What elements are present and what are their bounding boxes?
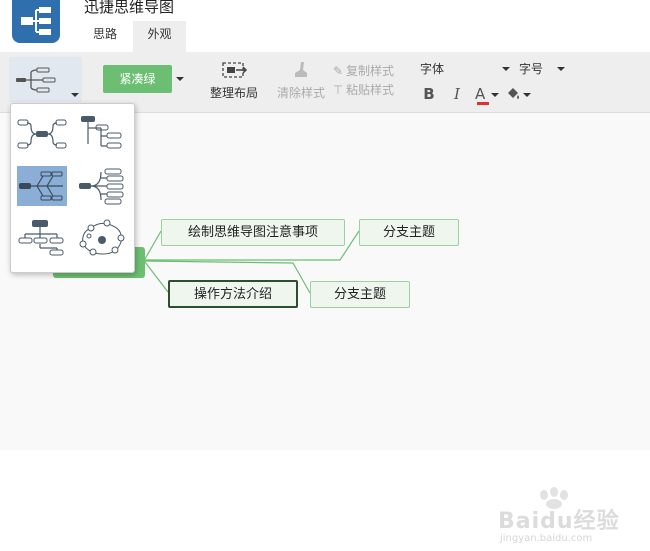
chevron-down-icon — [71, 93, 79, 97]
paint-bucket-icon — [508, 88, 519, 99]
font-color-swatch — [477, 102, 489, 105]
layout-structure-icon — [16, 67, 56, 93]
layout-option-tree[interactable] — [77, 114, 127, 154]
italic-button[interactable]: I — [449, 84, 465, 104]
layout-option-bubble[interactable] — [77, 218, 127, 258]
fishbone-layout-icon — [19, 171, 63, 201]
clear-style-button[interactable]: 清除样式 — [272, 58, 330, 104]
branch-topic-selected[interactable]: 操作方法介绍 — [168, 280, 298, 308]
font-size-label: 字号 — [519, 62, 544, 76]
clear-style-label: 清除样式 — [276, 86, 325, 100]
layout-option-mindmap[interactable] — [17, 114, 67, 154]
theme-button[interactable]: 紧凑绿 — [103, 65, 172, 93]
theme-dropdown-icon[interactable] — [176, 77, 184, 81]
layout-option-fishbone[interactable] — [17, 166, 67, 206]
eraser-icon — [295, 62, 307, 77]
chevron-down-icon — [502, 67, 510, 71]
paste-style-label: 粘贴样式 — [346, 83, 395, 97]
arrange-layout-icon — [222, 62, 248, 78]
watermark: Baidu经验 jingyan.baidu.com — [498, 487, 638, 551]
font-family-label: 字体 — [420, 62, 445, 76]
chevron-down-icon — [557, 67, 565, 71]
bubble-layout-icon — [79, 219, 125, 256]
layout-dropdown-panel — [10, 103, 135, 273]
arrange-layout-label: 整理布局 — [209, 86, 258, 100]
app-logo — [12, 0, 60, 43]
copy-style-label: 复制样式 — [346, 64, 395, 78]
layout-button[interactable] — [9, 57, 82, 102]
watermark-url: jingyan.baidu.com — [500, 533, 593, 544]
layout-option-logic-right[interactable] — [77, 166, 127, 206]
paint-roller-icon: ⊤ — [332, 83, 344, 97]
tab-silu[interactable]: 思路 — [82, 21, 128, 52]
fill-color-button[interactable] — [505, 84, 533, 104]
font-size-select[interactable]: 字号 — [519, 60, 565, 78]
mindmap-layout-icon — [17, 119, 67, 149]
right-logic-layout-icon — [79, 168, 124, 205]
branch-topic[interactable]: 分支主题 — [359, 219, 459, 246]
chevron-down-icon — [491, 93, 499, 97]
paste-style-button[interactable]: ⊤ 粘贴样式 — [330, 81, 394, 97]
font-color-label: A — [475, 85, 486, 103]
bold-button[interactable]: B — [421, 84, 437, 104]
chevron-down-icon — [523, 93, 531, 97]
org-tree-layout-icon — [81, 116, 122, 149]
format-brush-icon: ✎ — [332, 64, 344, 78]
layout-option-org-chart[interactable] — [17, 218, 67, 258]
branch-topic[interactable]: 分支主题 — [310, 281, 410, 308]
app-title: 迅捷思维导图 — [84, 0, 175, 16]
font-family-select[interactable]: 字体 — [420, 60, 510, 78]
arrange-layout-button[interactable]: 整理布局 — [204, 58, 264, 104]
tab-waiguan[interactable]: 外观 — [133, 21, 186, 52]
copy-style-button[interactable]: ✎ 复制样式 — [330, 62, 394, 78]
org-chart-layout-icon — [18, 220, 64, 256]
branch-topic[interactable]: 绘制思维导图注意事项 — [161, 219, 345, 246]
font-color-button[interactable]: A — [475, 84, 501, 105]
watermark-text: Baidu经验 — [498, 509, 620, 534]
mindmap-logo-icon — [21, 7, 51, 35]
